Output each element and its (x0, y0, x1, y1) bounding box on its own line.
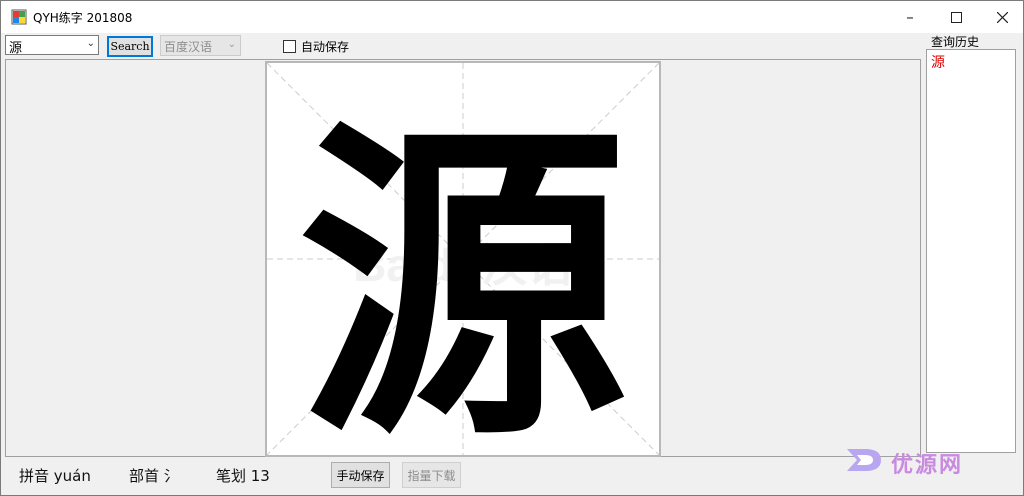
grid-lines: Baidu汉语 源 (266, 62, 660, 479)
history-label: 查询历史 (931, 35, 980, 49)
manual-save-button[interactable]: 手动保存 (331, 462, 390, 488)
history-item[interactable]: 源 (931, 52, 945, 72)
watermark-text: 优源网 (891, 453, 964, 478)
history-list[interactable]: 源 (926, 49, 1016, 453)
maximize-button[interactable] (933, 1, 979, 33)
autosave-checkbox[interactable]: 自动保存 (283, 38, 349, 55)
maximize-icon (950, 11, 962, 23)
app-icon (11, 9, 27, 25)
chevron-down-icon: ⌄ (227, 39, 236, 50)
window-title: QYH练字 201808 (33, 11, 133, 25)
pinyin-label: 拼音 yuán (19, 467, 91, 485)
dictionary-source-select[interactable]: 百度汉语 ⌄ (160, 35, 241, 56)
minimize-button[interactable]: – (887, 1, 933, 33)
watermark-logo-icon (847, 449, 881, 471)
close-icon (996, 11, 1008, 23)
character-combobox[interactable]: 源 ⌄ (5, 35, 99, 56)
source-value: 百度汉语 (164, 40, 213, 54)
practice-grid[interactable]: Baidu汉语 源 (265, 61, 661, 479)
minimize-icon: – (906, 8, 914, 26)
app-window: QYH练字 201808 – 源 ⌄ Search 百度汉语 ⌄ 自动保存 Ba… (0, 0, 1024, 496)
title-bar: QYH练字 201808 – (1, 1, 1023, 33)
chevron-down-icon[interactable]: ⌄ (87, 38, 95, 49)
glyph-character: 源 (298, 91, 628, 455)
checkbox-box[interactable] (283, 40, 296, 53)
close-button[interactable] (979, 1, 1023, 33)
autosave-label: 自动保存 (301, 40, 350, 54)
stroke-count-label: 笔划 13 (216, 467, 270, 485)
search-button[interactable]: Search (107, 36, 153, 57)
character-value: 源 (9, 41, 23, 56)
batch-download-button[interactable]: 指量下载 (402, 462, 461, 488)
radical-label: 部首 氵 (129, 467, 179, 485)
